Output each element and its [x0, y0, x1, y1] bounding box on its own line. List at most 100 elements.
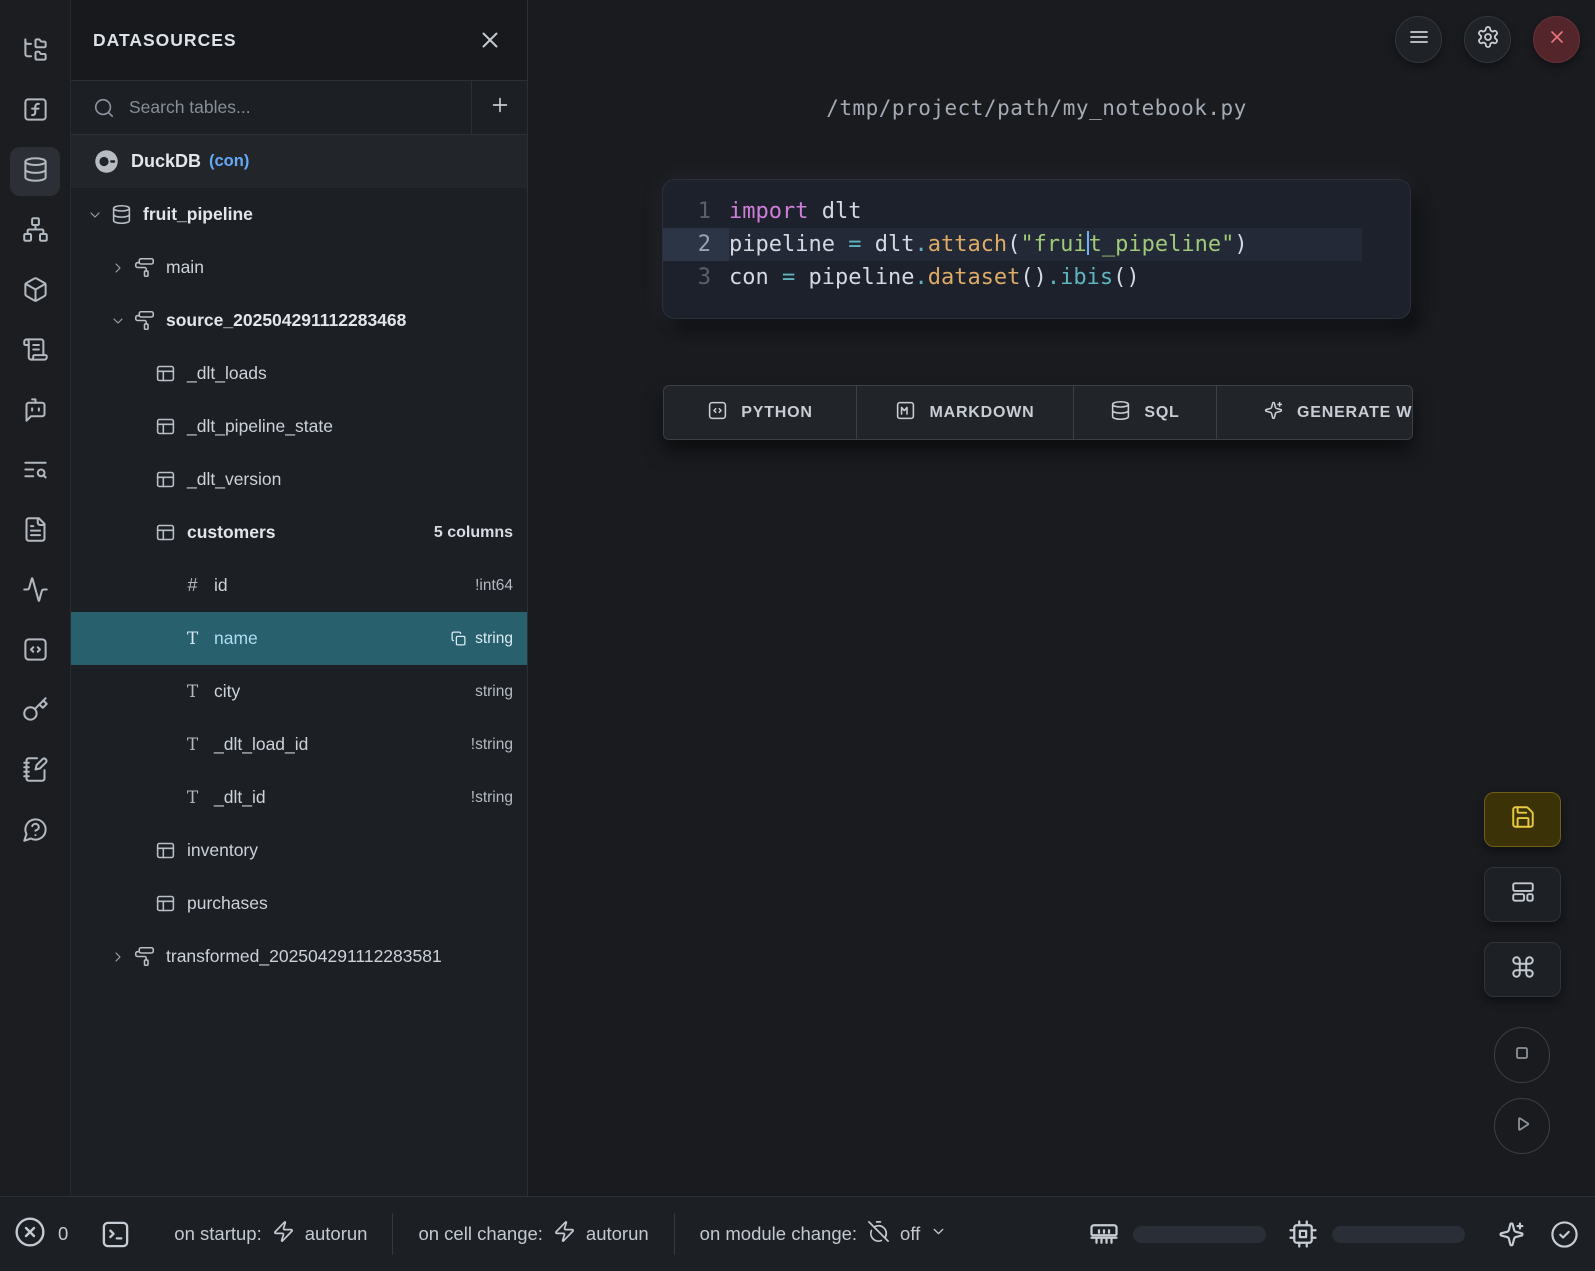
terminal-button[interactable]: [100, 1219, 131, 1250]
setting-on-startup[interactable]: on startup: autorun: [149, 1220, 392, 1248]
rail-item-folder-tree[interactable]: [10, 27, 60, 76]
memory-usage-bar: [1133, 1226, 1266, 1243]
rail-item-scroll-text[interactable]: [10, 327, 60, 376]
notebook-path: /tmp/project/path/my_notebook.py: [663, 96, 1410, 120]
tree-item-source_202504291112283468[interactable]: source_202504291112283468: [71, 294, 527, 347]
search-input[interactable]: [129, 97, 471, 118]
string-column-icon: T: [182, 734, 203, 755]
table-icon: [155, 416, 176, 437]
table-icon: [155, 522, 176, 543]
memory-icon: [1089, 1219, 1119, 1249]
check-circle-icon[interactable]: [1550, 1220, 1579, 1249]
rail-item-function-square[interactable]: [10, 87, 60, 136]
int-column-icon: #: [182, 575, 203, 596]
tree-item-_dlt_version[interactable]: _dlt_version: [71, 453, 527, 506]
convert-sql-button[interactable]: SQL: [1074, 386, 1217, 439]
code-line-3[interactable]: 3 con = pipeline.dataset().ibis(): [663, 261, 1410, 294]
tree-item-main[interactable]: main: [71, 241, 527, 294]
rail-item-notebook-pen[interactable]: [10, 747, 60, 796]
code-square-icon: [22, 636, 49, 668]
rail-item-bot-chat[interactable]: [10, 387, 60, 436]
panel-header: DATASOURCES: [71, 0, 527, 81]
rail-item-database[interactable]: [10, 147, 60, 196]
window-controls: [1395, 16, 1580, 63]
chevron-down-icon: [930, 1223, 947, 1245]
convert-python-button[interactable]: PYTHON: [664, 386, 857, 439]
run-settings: on startup: autorun on cell change: auto…: [131, 1197, 972, 1271]
stop-button[interactable]: [1494, 1027, 1550, 1083]
line-number: 1: [663, 195, 729, 228]
error-indicator[interactable]: 0: [14, 1216, 68, 1253]
cpu-usage-bar: [1332, 1226, 1465, 1243]
tree-item-fruit_pipeline[interactable]: fruit_pipeline: [71, 188, 527, 241]
item-meta: 5 columns: [434, 524, 513, 542]
rail-item-box[interactable]: [10, 267, 60, 316]
chevron-right-icon: [110, 260, 126, 276]
database-icon: [111, 204, 132, 225]
add-datasource-button[interactable]: [471, 81, 527, 134]
rail-item-text-search[interactable]: [10, 447, 60, 496]
file-text-icon: [22, 516, 49, 548]
convert-markdown-button[interactable]: MARKDOWN: [857, 386, 1074, 439]
panel-title: DATASOURCES: [93, 30, 237, 51]
rail-item-key[interactable]: [10, 687, 60, 736]
error-circle-x-icon: [14, 1216, 46, 1253]
rail-item-help-circle[interactable]: [10, 807, 60, 856]
tree-item-transformed_202504291112283581[interactable]: transformed_202504291112283581: [71, 930, 527, 983]
table-icon: [155, 893, 176, 914]
error-count: 0: [58, 1223, 68, 1245]
tree-item-inventory[interactable]: inventory: [71, 824, 527, 877]
tree-item-_dlt_loads[interactable]: _dlt_loads: [71, 347, 527, 400]
timer-off-icon: [867, 1220, 890, 1248]
item-meta: !string: [471, 736, 513, 754]
close-button[interactable]: [1533, 16, 1580, 63]
notebook-pen-icon: [22, 756, 49, 788]
command-icon: [1510, 954, 1536, 985]
convert-generate-wit-button[interactable]: GENERATE WIT: [1217, 386, 1413, 439]
code-line-1[interactable]: 1 import dlt: [663, 195, 1410, 228]
chevron-down-icon: [110, 313, 126, 329]
rail-item-activity[interactable]: [10, 567, 60, 616]
code-cell[interactable]: 1 import dlt 2 pipeline = dlt.attach("fr…: [663, 180, 1410, 318]
layout-panels-button[interactable]: [1484, 867, 1561, 922]
search-icon: [93, 97, 115, 119]
tree-item-name[interactable]: Tnamestring: [71, 612, 527, 665]
play-icon: [1510, 1112, 1534, 1141]
tree-item-_dlt_id[interactable]: T_dlt_id!string: [71, 771, 527, 824]
connection-duckdb[interactable]: DuckDB (con): [71, 135, 527, 188]
item-meta: !int64: [475, 577, 513, 595]
tree-item-_dlt_pipeline_state[interactable]: _dlt_pipeline_state: [71, 400, 527, 453]
tree-item-city[interactable]: Tcitystring: [71, 665, 527, 718]
table-icon: [155, 840, 176, 861]
sparkles-icon[interactable]: [1497, 1220, 1526, 1249]
play-button[interactable]: [1494, 1098, 1550, 1154]
rail-item-network[interactable]: [10, 207, 60, 256]
function-square-icon: [22, 96, 49, 128]
close-icon: [1545, 25, 1569, 54]
cell-type-buttons: PYTHON MARKDOWN SQL GENERATE WIT: [663, 385, 1413, 440]
connection-name: DuckDB: [131, 151, 201, 172]
tree-item-_dlt_load_id[interactable]: T_dlt_load_id!string: [71, 718, 527, 771]
setting-on-cell-change[interactable]: on cell change: autorun: [393, 1220, 673, 1248]
cpu-icon: [1288, 1219, 1318, 1249]
menu-button[interactable]: [1395, 16, 1442, 63]
command-button[interactable]: [1484, 942, 1561, 997]
setting-on-module-change[interactable]: on module change: off: [675, 1220, 973, 1248]
box-icon: [22, 276, 49, 308]
code-line-2[interactable]: 2 pipeline = dlt.attach("fruit_pipeline"…: [663, 228, 1410, 261]
datasources-panel: DATASOURCES DuckDB (con) fruit_pipeline …: [71, 0, 528, 1196]
chevron-right-icon: [110, 949, 126, 965]
item-meta: string: [475, 683, 513, 701]
menu-icon: [1407, 25, 1431, 54]
rail-item-code-square[interactable]: [10, 627, 60, 676]
tree-item-customers[interactable]: customers5 columns: [71, 506, 527, 559]
duckdb-logo-icon: [93, 148, 120, 175]
rail-item-file-text[interactable]: [10, 507, 60, 556]
save-button[interactable]: [1484, 792, 1561, 847]
close-panel-button[interactable]: [477, 27, 503, 53]
table-icon: [155, 363, 176, 384]
settings-button[interactable]: [1464, 16, 1511, 63]
text-search-icon: [22, 456, 49, 488]
tree-item-id[interactable]: #id!int64: [71, 559, 527, 612]
tree-item-purchases[interactable]: purchases: [71, 877, 527, 930]
